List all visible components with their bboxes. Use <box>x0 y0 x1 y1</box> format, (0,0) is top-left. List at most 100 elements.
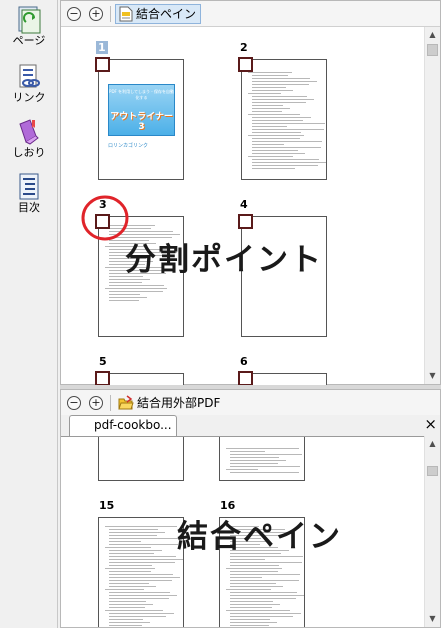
thumbnail-text-line <box>109 553 154 554</box>
page-thumbnail[interactable] <box>98 373 184 385</box>
sidebar-item-links[interactable]: リンク <box>4 63 54 104</box>
thumbnail-text-line <box>230 613 301 614</box>
thumbnail-text-line <box>109 541 141 542</box>
scroll-down-arrow[interactable]: ▼ <box>425 611 440 627</box>
scroll-up-arrow[interactable]: ▲ <box>425 436 440 452</box>
thumbnail-text-line <box>230 583 276 584</box>
document-tab[interactable]: pdf-cookbo... <box>69 415 177 436</box>
thumbnail-text-line <box>230 457 279 458</box>
thumbnail-text-line <box>230 565 279 566</box>
thumbnail-text-line <box>105 547 151 548</box>
zoom-in-button[interactable]: + <box>89 396 103 410</box>
thumbnail-text-line <box>109 574 173 575</box>
thumbnail-text-line <box>109 285 164 286</box>
zoom-out-button[interactable]: − <box>67 7 81 21</box>
thumbnail-text-line <box>252 144 284 145</box>
sidebar-item-label: 目次 <box>18 201 40 214</box>
thumbnail-text-line <box>230 604 280 605</box>
scroll-thumb[interactable] <box>427 44 438 56</box>
thumbnail-text-line <box>105 568 155 569</box>
sidebar-item-bookmarks[interactable]: しおり <box>4 118 54 159</box>
split-point-checkbox[interactable] <box>95 57 110 72</box>
page-number: 2 <box>240 41 248 54</box>
thumbnail-text-line <box>230 574 300 575</box>
thumbnail-text-line <box>109 562 175 563</box>
thumbnail-text-line <box>230 592 297 593</box>
page-number: 6 <box>240 355 248 368</box>
split-point-checkbox[interactable] <box>238 57 253 72</box>
bottom-vertical-scrollbar[interactable]: ▲ ▼ <box>424 436 440 627</box>
thumbnail-text-line <box>252 168 295 169</box>
page-thumbnail[interactable] <box>241 59 327 180</box>
thumbnail-text-line <box>230 625 269 626</box>
thumbnail-text-line <box>109 595 177 596</box>
thumbnail-text-line <box>109 580 172 581</box>
thumbnail-text-line <box>248 156 293 157</box>
scroll-thumb[interactable] <box>427 466 438 476</box>
sidebar-item-label: しおり <box>12 146 46 159</box>
top-vertical-scrollbar[interactable]: ▲ ▼ <box>424 27 440 384</box>
thumbnail-text-line <box>109 291 163 292</box>
thumbnail-text-line <box>252 165 318 166</box>
thumbnail-text-line <box>252 153 305 154</box>
thumbnail-text-line <box>248 114 300 115</box>
page-number: 5 <box>99 355 107 368</box>
split-point-checkbox[interactable] <box>95 371 110 386</box>
sidebar-item-pages[interactable]: ページ <box>4 6 54 47</box>
page-number: 15 <box>99 499 115 512</box>
thumbnail-text-line <box>226 448 299 449</box>
scroll-down-arrow[interactable]: ▼ <box>425 368 440 384</box>
thumbnail-text-line <box>252 99 314 100</box>
thumbnail-text-line <box>252 159 319 160</box>
merge-pane-tab[interactable]: 結合ペイン <box>115 4 202 24</box>
thumbnail-text-line <box>230 559 265 560</box>
split-point-checkbox[interactable] <box>238 371 253 386</box>
thumbnail-text-line <box>109 556 176 557</box>
open-folder-icon <box>118 395 134 410</box>
toc-icon <box>19 173 39 200</box>
thumbnail-text-line <box>230 472 299 473</box>
close-icon[interactable]: × <box>424 416 437 433</box>
sidebar-item-toc[interactable]: 目次 <box>4 173 54 214</box>
zoom-in-button[interactable]: + <box>89 7 103 21</box>
page-thumbnail[interactable] <box>98 517 184 627</box>
thumbnail-text-line <box>109 297 147 298</box>
thumbnail-text-line <box>230 466 300 467</box>
thumbnail-text-line <box>109 532 165 533</box>
thumbnail-text-line <box>226 589 271 590</box>
thumbnail-text-line <box>230 562 302 563</box>
zoom-out-button[interactable]: − <box>67 396 81 410</box>
thumbnail-text-line <box>252 84 309 85</box>
cover-header: PDF を利用してしまう - 保存を自動化する <box>109 89 174 100</box>
page-thumbnail[interactable] <box>98 437 184 481</box>
thumbnail-text-line <box>230 577 262 578</box>
thumbnail-text-line <box>252 162 326 163</box>
page-thumbnail[interactable] <box>219 437 305 481</box>
page-thumbnail[interactable]: PDF を利用してしまう - 保存を自動化する アウトライナー3 ロリンカゴリン… <box>98 59 184 180</box>
thumbnail-text-line <box>226 568 282 569</box>
thumbnail-text-line <box>109 571 151 572</box>
thumbnail-text-line <box>252 141 322 142</box>
bottom-toolbar: − + 結合用外部PDF <box>61 390 440 416</box>
thumbnail-text-line <box>109 565 152 566</box>
thumbnail-text-line <box>109 279 150 280</box>
merge-document-icon <box>119 6 133 22</box>
cover-footer: ロリンカゴリンク <box>108 143 149 149</box>
thumbnail-text-line <box>248 135 304 136</box>
page-thumbnail[interactable] <box>241 373 327 385</box>
thumbnail-text-line <box>230 616 293 617</box>
external-pdf-button[interactable]: 結合用外部PDF <box>115 393 224 413</box>
scroll-up-arrow[interactable]: ▲ <box>425 27 440 43</box>
left-sidebar: ページ リンク しおり 目次 <box>0 0 58 628</box>
thumbnail-text-line <box>109 559 183 560</box>
page-number: 1 <box>96 41 108 54</box>
thumbnail-text-line <box>109 598 169 599</box>
thumbnail-text-line <box>105 610 163 611</box>
document-tab-bar: pdf-cookbo... × <box>61 415 440 436</box>
external-pages-view: 15 16 結合ペイン <box>61 436 426 627</box>
thumbnail-text-line <box>230 619 270 620</box>
thumbnail-text-line <box>109 625 142 626</box>
split-point-checkbox[interactable] <box>238 214 253 229</box>
thumbnail-text-line <box>230 571 278 572</box>
thumbnail-text-line <box>109 586 156 587</box>
